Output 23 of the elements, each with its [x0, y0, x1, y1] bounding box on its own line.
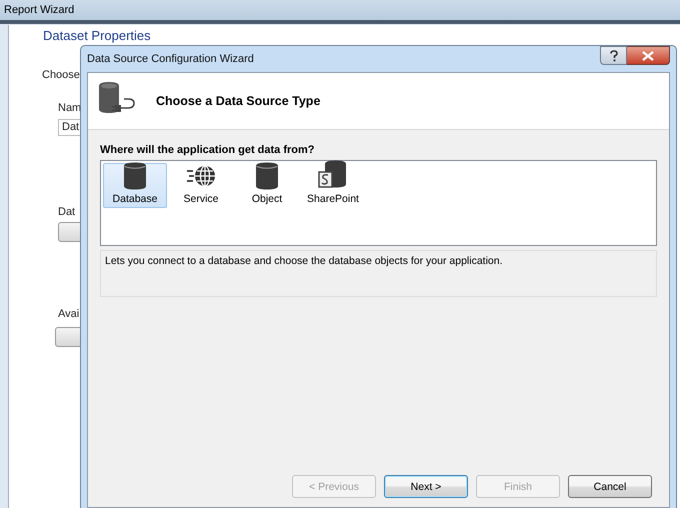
- source-option[interactable]: Database: [103, 163, 167, 208]
- field-label: Choose: [42, 69, 80, 81]
- description-text: Lets you connect to a database and choose the database objects for your application.: [105, 255, 503, 267]
- source-option[interactable]: Object: [235, 163, 299, 208]
- question-label: Where will the application get data from?: [100, 144, 316, 156]
- close-icon: [642, 50, 654, 60]
- cylinder-icon: [255, 162, 279, 190]
- field-label: Avai: [58, 308, 80, 320]
- page-heading: Dataset Properties: [43, 28, 151, 43]
- close-button[interactable]: [627, 46, 670, 65]
- source-option[interactable]: SharePoint: [301, 163, 365, 208]
- help-button[interactable]: [600, 46, 627, 65]
- field-label: Dat: [58, 206, 76, 218]
- source-option[interactable]: Service: [169, 163, 233, 208]
- database-icon: [123, 162, 147, 190]
- field-label: Nam: [58, 102, 82, 114]
- wizard-button[interactable]: Cancel: [568, 475, 652, 498]
- dialog-title: Data Source Configuration Wizard: [87, 53, 254, 65]
- dialog-heading: Choose a Data Source Type: [156, 94, 320, 108]
- help-icon: [608, 50, 618, 62]
- wizard-button[interactable]: Next >: [384, 475, 468, 498]
- database-document-icon: [318, 160, 348, 190]
- window-title: Report Wizard: [4, 4, 74, 16]
